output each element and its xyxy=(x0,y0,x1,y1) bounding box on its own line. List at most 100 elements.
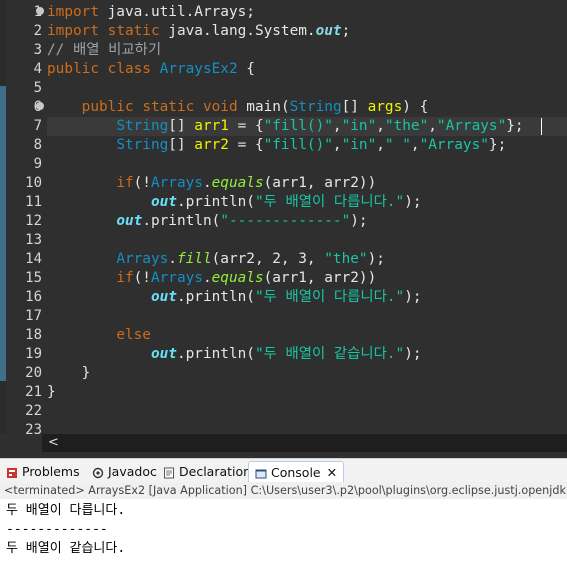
code-token: "in" xyxy=(341,137,377,153)
code-line[interactable]: public static void main(String[] args) { xyxy=(47,98,429,117)
code-token: { xyxy=(237,61,255,77)
code-token: , xyxy=(376,137,385,153)
code-token: java.lang.System. xyxy=(159,23,316,39)
console-output[interactable]: 두 배열이 다릅니다. ------------- 두 배열이 같습니다. xyxy=(0,499,567,570)
code-line[interactable]: if(!Arrays.equals(arr1, arr2)) xyxy=(47,174,376,193)
code-line[interactable]: public class ArraysEx2 { xyxy=(47,60,255,79)
code-token: . xyxy=(202,175,212,191)
line-number: 22 xyxy=(25,403,42,419)
code-line[interactable]: if(!Arrays.equals(arr1, arr2)) xyxy=(47,269,376,288)
code-line[interactable]: out.println("두 배열이 같습니다."); xyxy=(47,345,422,364)
code-line[interactable]: } xyxy=(47,383,56,402)
tab-problems[interactable]: Problems xyxy=(6,461,80,482)
code-token: "Arrays" xyxy=(419,137,489,153)
code-token: import xyxy=(47,4,99,20)
code-token: , xyxy=(332,137,342,153)
close-icon[interactable]: ✕ xyxy=(327,465,337,480)
scroll-left-icon[interactable]: < xyxy=(48,434,59,452)
fold-collapsed-icon[interactable] xyxy=(36,7,44,15)
code-token: "the" xyxy=(324,251,368,267)
at-sign-icon xyxy=(92,467,104,478)
code-token: ; xyxy=(341,23,351,39)
code-token: main( xyxy=(246,99,290,115)
line-number: 17 xyxy=(25,308,42,324)
code-token: equals xyxy=(211,175,264,191)
code-token: if xyxy=(116,175,134,191)
code-line[interactable]: import static java.lang.System.out; xyxy=(47,22,350,41)
code-token: ); xyxy=(350,213,368,229)
code-token: ) { xyxy=(402,99,429,115)
code-token: (! xyxy=(133,270,151,286)
code-token: (arr2, 2, 3, xyxy=(211,251,325,267)
code-token: " " xyxy=(384,137,411,153)
console-status-line: <terminated> ArraysEx2 [Java Application… xyxy=(0,482,567,500)
code-token: [] xyxy=(341,99,368,115)
code-line[interactable]: String[] arr2 = {"fill()","in"," ","Arra… xyxy=(47,136,506,155)
code-line[interactable]: out.println("두 배열이 다릅니다."); xyxy=(47,288,422,307)
code-token: "the" xyxy=(384,118,429,134)
line-number: 20 xyxy=(25,365,42,381)
code-token: Arrays xyxy=(150,175,203,191)
code-token: = { xyxy=(228,137,264,153)
code-line[interactable]: String[] arr1 = {"fill()","in","the","Ar… xyxy=(47,117,523,136)
code-token: out xyxy=(150,289,177,305)
code-line[interactable]: else xyxy=(47,326,151,345)
code-token: (arr1, arr2)) xyxy=(263,175,377,191)
code-token: .println( xyxy=(176,194,255,210)
horizontal-scrollbar[interactable]: < xyxy=(42,434,567,452)
tab-javadoc[interactable]: Javadoc xyxy=(92,461,157,482)
code-token: out xyxy=(150,346,177,362)
line-number: 16 xyxy=(25,289,42,305)
code-token: , xyxy=(410,137,420,153)
code-token: out xyxy=(116,213,143,229)
line-number: 18 xyxy=(25,327,42,343)
code-line[interactable]: // 배열 비교하기 xyxy=(47,41,161,60)
code-line[interactable]: } xyxy=(47,364,91,383)
code-token: , xyxy=(332,118,342,134)
code-token: }; xyxy=(488,137,507,153)
code-token: "두 배열이 다릅니다." xyxy=(254,194,405,210)
line-number: 13 xyxy=(25,232,42,248)
code-line[interactable]: out.println("두 배열이 다릅니다."); xyxy=(47,193,422,212)
code-token: void xyxy=(202,99,238,115)
console-icon xyxy=(255,469,267,478)
code-token: "-------------" xyxy=(220,213,351,229)
code-line[interactable]: import java.util.Arrays; xyxy=(47,3,255,22)
declaration-icon xyxy=(164,467,174,478)
text-caret xyxy=(541,118,542,135)
code-token: public xyxy=(47,61,99,77)
code-token: Arrays xyxy=(150,270,203,286)
code-line[interactable]: out.println("-------------"); xyxy=(47,212,368,231)
code-editor[interactable]: 1234567891011121314151617181920212223 im… xyxy=(0,0,567,434)
line-number: 3 xyxy=(33,42,42,58)
code-token: equals xyxy=(211,270,264,286)
code-token: } xyxy=(47,365,91,381)
line-number: 21 xyxy=(25,384,42,400)
code-token: java.util.Arrays; xyxy=(98,4,255,20)
tab-declaration[interactable]: Declaration xyxy=(163,461,251,482)
code-token: "두 배열이 다릅니다." xyxy=(254,289,405,305)
code-token: class xyxy=(107,61,151,77)
fold-collapsed-icon[interactable] xyxy=(36,102,44,110)
code-token: out xyxy=(315,23,342,39)
code-token: ); xyxy=(404,194,422,210)
console-line: ------------- xyxy=(6,522,108,537)
tab-console[interactable]: Console ✕ xyxy=(248,461,345,483)
code-token: args xyxy=(367,99,403,115)
line-number: 11 xyxy=(25,194,42,210)
line-number-gutter: 1234567891011121314151617181920212223 xyxy=(6,0,44,434)
code-token: (arr1, arr2)) xyxy=(263,270,377,286)
problems-icon xyxy=(7,467,17,478)
line-number: 8 xyxy=(33,137,42,153)
code-token: } xyxy=(47,384,56,400)
code-line[interactable]: Arrays.fill(arr2, 2, 3, "the"); xyxy=(47,250,385,269)
code-token: ); xyxy=(404,346,422,362)
code-token: String xyxy=(116,137,169,153)
code-token: Arrays xyxy=(116,251,169,267)
